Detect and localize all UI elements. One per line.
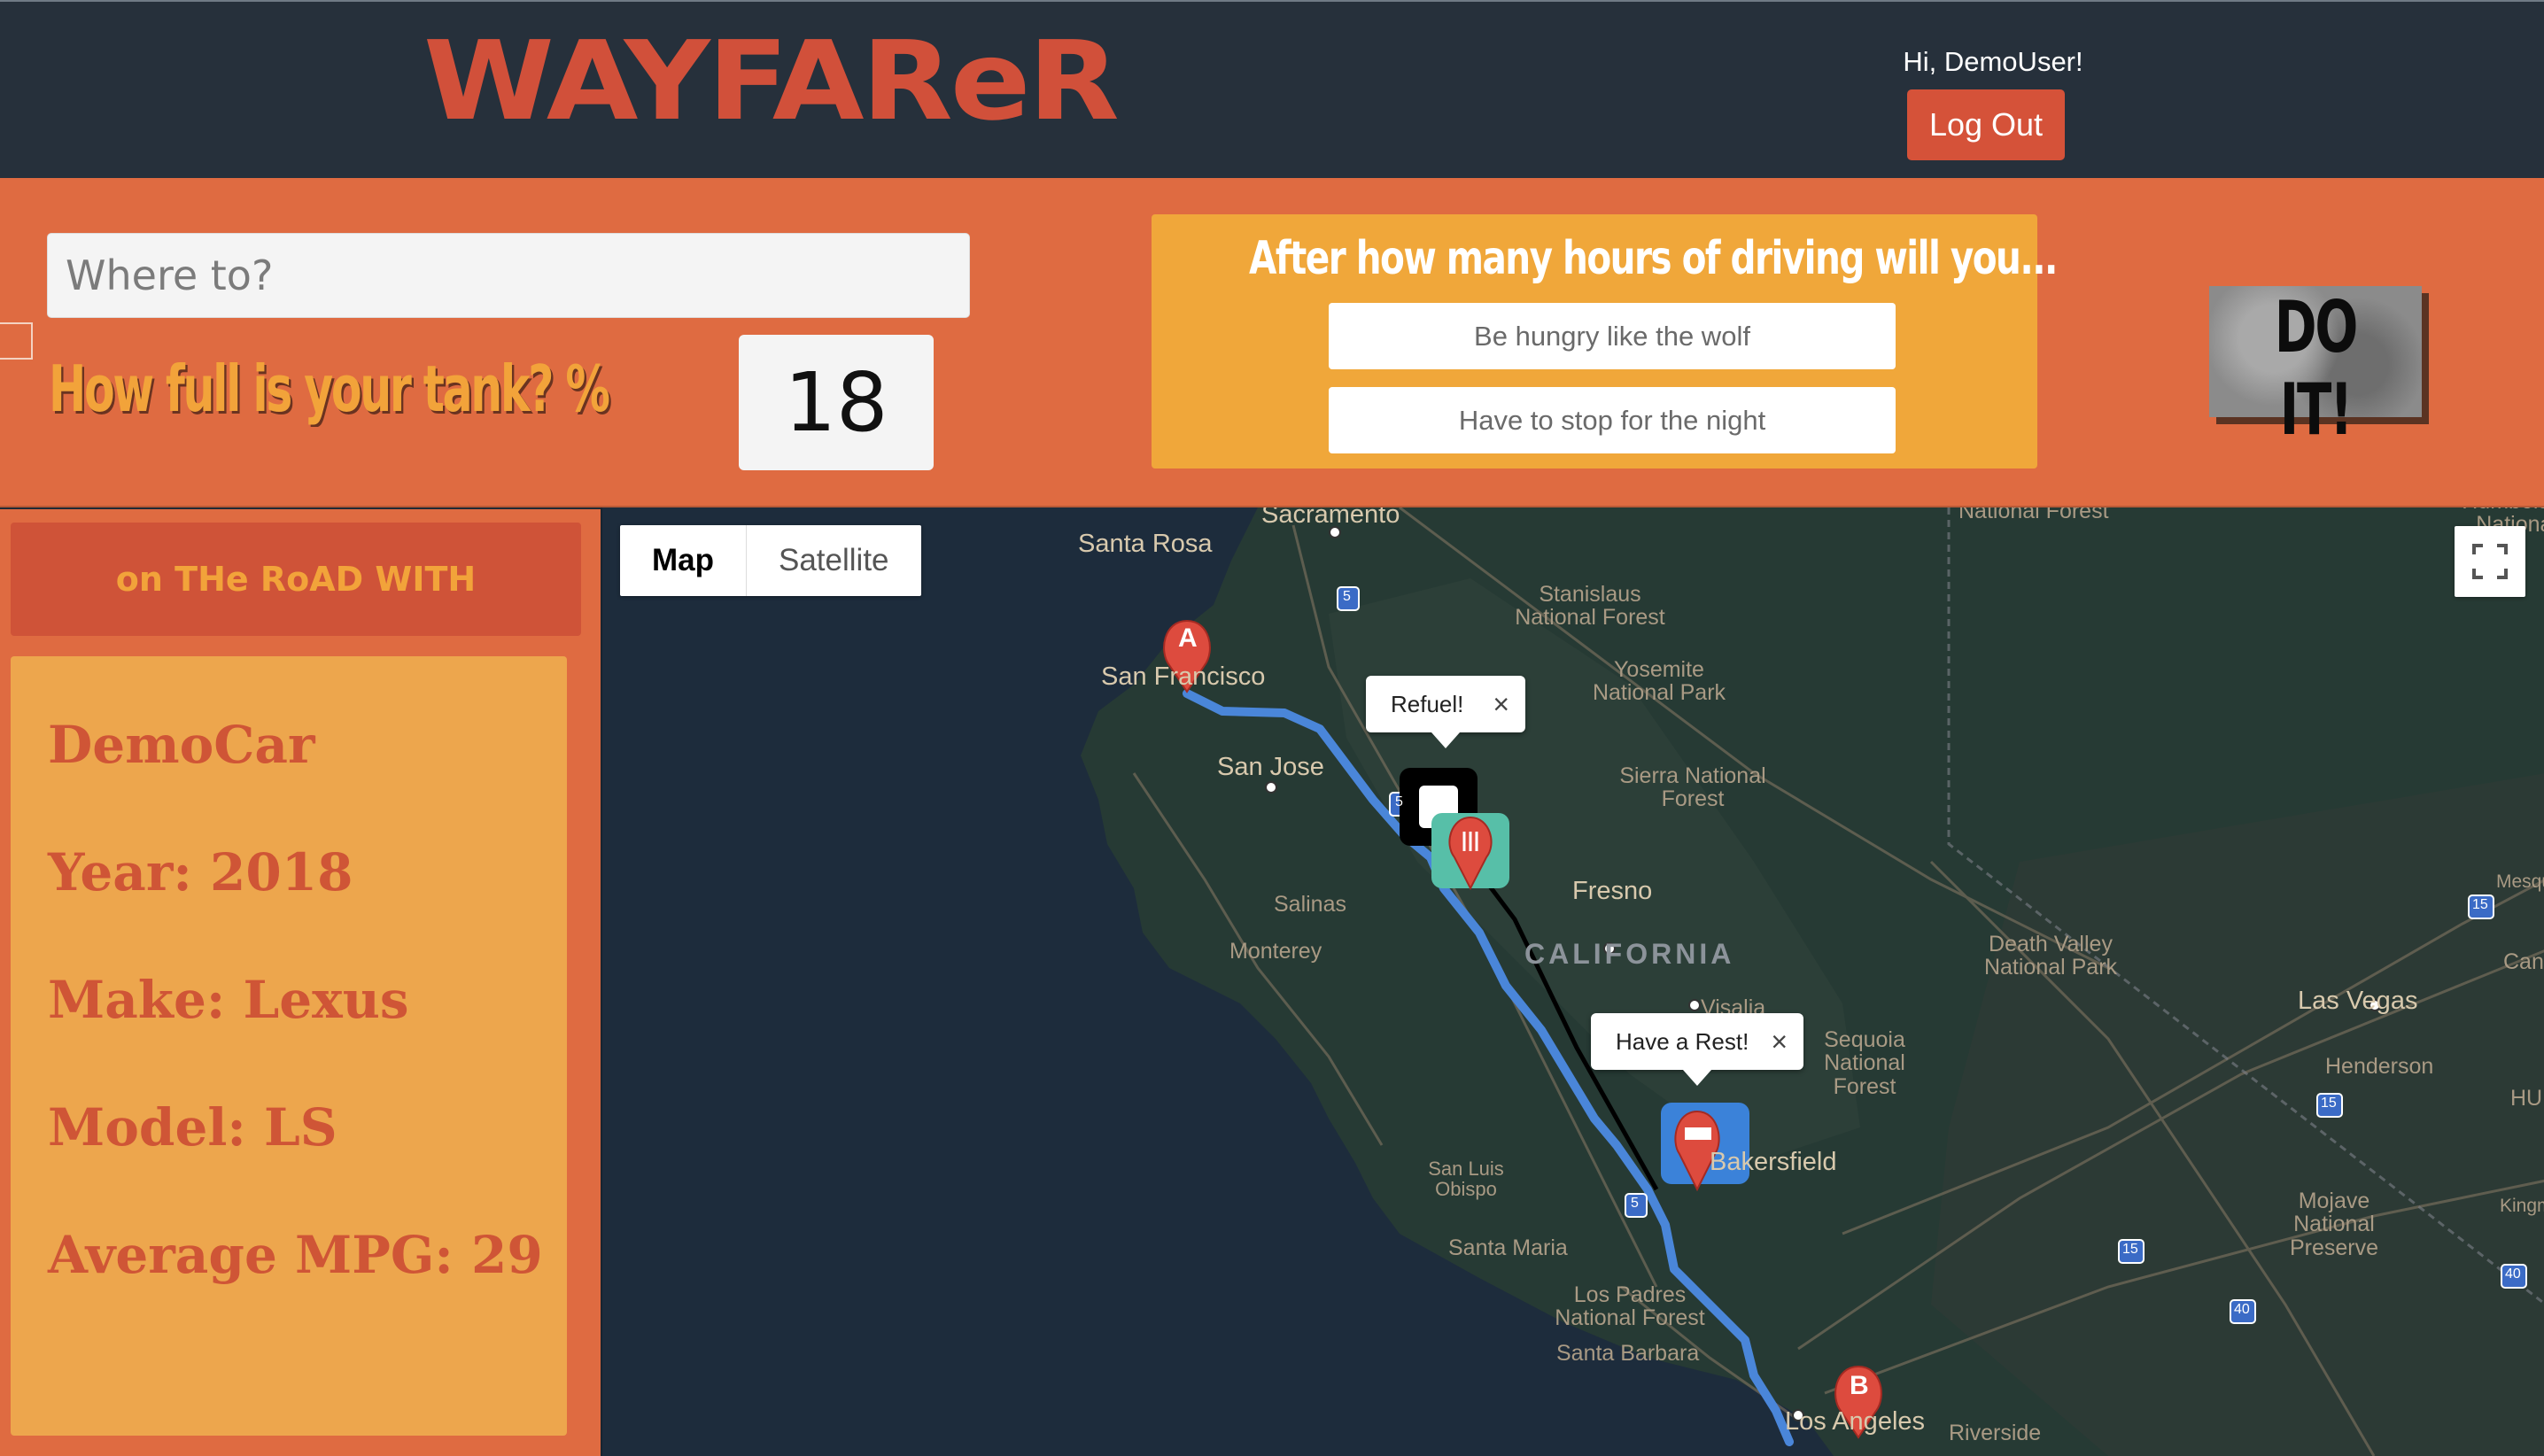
- shield-15-label: 15: [2321, 1096, 2337, 1111]
- map-type-satellite-button[interactable]: Satellite: [746, 525, 921, 596]
- marker-b-label: B: [1850, 1371, 1869, 1400]
- label-los-padres: Los Padres National Forest: [1555, 1282, 1705, 1331]
- desert-area: [1931, 773, 2544, 1456]
- car-name: DemoCar: [48, 715, 315, 775]
- marker-a-label: A: [1178, 623, 1198, 653]
- label-yosemite: Yosemite National Park: [1592, 657, 1726, 706]
- trip-form: How full is your tank? % After how many …: [0, 178, 2544, 507]
- label-sierra: Sierra National Forest: [1619, 763, 1766, 812]
- label-bakersfield: Bakersfield: [1710, 1148, 1837, 1176]
- label-fresno: Fresno: [1572, 877, 1653, 905]
- car-year: Year: 2018: [48, 842, 353, 902]
- label-salinas: Salinas: [1274, 892, 1346, 917]
- shield-15-label: 15: [2472, 897, 2488, 912]
- label-monterey: Monterey: [1229, 939, 1322, 964]
- driving-hours-panel: After how many hours of driving will you…: [1152, 214, 2058, 469]
- shield-15-label: 15: [2122, 1242, 2138, 1257]
- car-model: Model: LS: [48, 1097, 337, 1158]
- shield-5-label: 5: [1395, 794, 1403, 809]
- destination-input[interactable]: [47, 233, 970, 318]
- label-hu: HU: [2510, 1086, 2543, 1111]
- label-sequoia: Sequoia National Forest: [1824, 1027, 1905, 1099]
- label-riverside: Riverside: [1949, 1421, 2042, 1445]
- hungry-hours-input[interactable]: [1329, 303, 1896, 369]
- driving-hours-title: After how many hours of driving will you…: [1249, 232, 2058, 285]
- label-national-forest: National Forest: [1958, 507, 2109, 523]
- tank-label: How full is your tank? %: [49, 352, 610, 426]
- restaurant-icon: [1431, 813, 1509, 891]
- do-it-label: DO IT!: [2274, 286, 2359, 451]
- label-san-francisco: San Francisco: [1101, 662, 1266, 691]
- shield-40-label: 40: [2234, 1302, 2250, 1317]
- shield-5-label: 5: [1343, 589, 1351, 604]
- user-greeting: Hi, DemoUser!: [1903, 46, 2083, 77]
- label-death-valley: Death Valley National Park: [1983, 932, 2118, 980]
- app-header: WAYFAReR Hi, DemoUser! Log Out: [0, 0, 2544, 178]
- label-san-jose: San Jose: [1217, 753, 1324, 781]
- wayfarer-logo[interactable]: WAYFAReR: [423, 27, 1120, 136]
- sidebar: on THe RoAD WITH DemoCar Year: 2018 Make…: [0, 509, 601, 1456]
- map-type-map-button[interactable]: Map: [620, 525, 746, 596]
- map-type-control: Map Satellite: [620, 525, 921, 596]
- car-mpg: Average MPG: 29: [48, 1225, 543, 1285]
- label-santa-maria: Santa Maria: [1448, 1235, 1568, 1260]
- night-hours-input[interactable]: [1329, 387, 1896, 453]
- on-the-road-banner: on THe RoAD WITH: [11, 523, 581, 636]
- fullscreen-icon: [2472, 544, 2508, 579]
- label-kingman: Kingm: [2500, 1196, 2544, 1216]
- rest-info-window: Have a Rest! ×: [1591, 1013, 1803, 1086]
- label-henderson: Henderson: [2325, 1054, 2434, 1079]
- refuel-info-text: Refuel!: [1391, 691, 1464, 717]
- car-details-card: DemoCar Year: 2018 Make: Lexus Model: LS…: [11, 656, 567, 1436]
- logout-button[interactable]: Log Out: [1907, 89, 2065, 160]
- close-icon[interactable]: ×: [1493, 676, 1509, 732]
- close-icon[interactable]: ×: [1771, 1013, 1788, 1070]
- label-san-luis-obispo: San Luis Obispo: [1428, 1158, 1504, 1201]
- edge-checkbox[interactable]: [0, 322, 33, 360]
- label-santa-rosa: Santa Rosa: [1078, 530, 1213, 558]
- label-santa-barbara: Santa Barbara: [1556, 1341, 1700, 1366]
- label-california: CALIFORNIA: [1524, 938, 1735, 970]
- route-map[interactable]: Sacramento Santa Rosa San Francisco San …: [601, 507, 2544, 1456]
- shield-5-label: 5: [1631, 1196, 1639, 1211]
- do-it-button[interactable]: DO IT!: [2209, 286, 2422, 451]
- label-mesquite: Mesqu: [2496, 871, 2544, 892]
- label-las-vegas: Las Vegas: [2298, 987, 2418, 1015]
- label-stanislaus: Stanislaus National Forest: [1515, 582, 1665, 631]
- car-make: Make: Lexus: [48, 970, 409, 1030]
- fullscreen-button[interactable]: [2455, 526, 2525, 597]
- refuel-info-window: Refuel! ×: [1366, 676, 1525, 748]
- label-canyon: Cany: [2503, 949, 2544, 974]
- label-mojave: Mojave National Preserve: [2289, 1189, 2379, 1260]
- tank-percent-input[interactable]: [739, 335, 934, 470]
- rest-info-text: Have a Rest!: [1616, 1028, 1749, 1055]
- label-los-angeles: Los Angeles: [1785, 1407, 1926, 1436]
- shield-40-label: 40: [2505, 1266, 2521, 1282]
- lodging-icon: [1661, 1103, 1749, 1192]
- label-sacramento: Sacramento: [1261, 507, 1400, 529]
